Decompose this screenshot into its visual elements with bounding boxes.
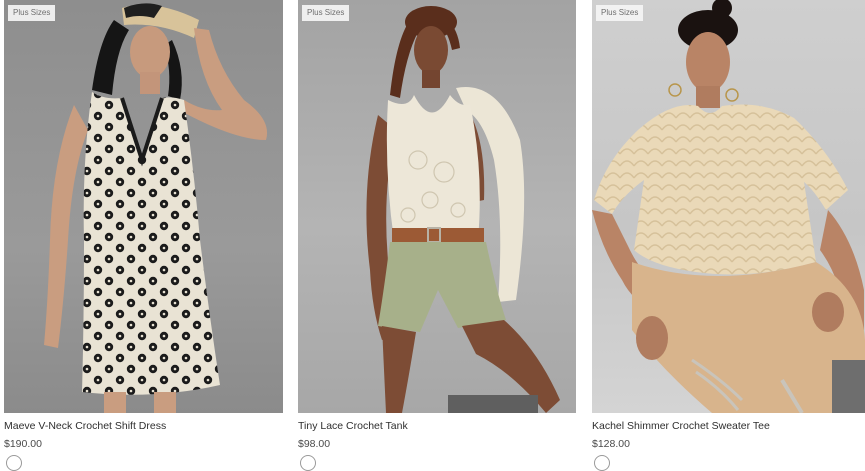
plus-sizes-badge: Plus Sizes (596, 5, 644, 21)
product-name[interactable]: Kachel Shimmer Crochet Sweater Tee (592, 420, 770, 432)
product-image[interactable]: Plus Sizes (4, 0, 283, 413)
color-swatch[interactable] (300, 455, 316, 471)
product-name[interactable]: Maeve V-Neck Crochet Shift Dress (4, 420, 166, 432)
product-card[interactable]: Plus Sizes Kachel Shimmer Crochet Sweate… (592, 0, 865, 471)
product-photo-illustration (44, 3, 268, 413)
product-grid: Plus Sizes Maeve V-Neck Crochet Shift Dr… (0, 0, 865, 471)
product-photo-illustration (592, 0, 865, 413)
product-price: $190.00 (4, 438, 42, 450)
color-swatch[interactable] (594, 455, 610, 471)
plus-sizes-badge: Plus Sizes (302, 5, 350, 21)
product-image[interactable]: Plus Sizes (298, 0, 576, 413)
product-card[interactable]: Plus Sizes Tiny Lace Crochet Tank $98.00 (298, 0, 576, 471)
product-photo-illustration (366, 6, 560, 413)
product-price: $98.00 (298, 438, 331, 450)
plus-sizes-badge: Plus Sizes (8, 5, 56, 21)
product-price: $128.00 (592, 438, 630, 450)
color-swatch[interactable] (6, 455, 22, 471)
product-image[interactable]: Plus Sizes (592, 0, 865, 413)
product-name[interactable]: Tiny Lace Crochet Tank (298, 420, 408, 432)
product-card[interactable]: Plus Sizes Maeve V-Neck Crochet Shift Dr… (4, 0, 283, 471)
